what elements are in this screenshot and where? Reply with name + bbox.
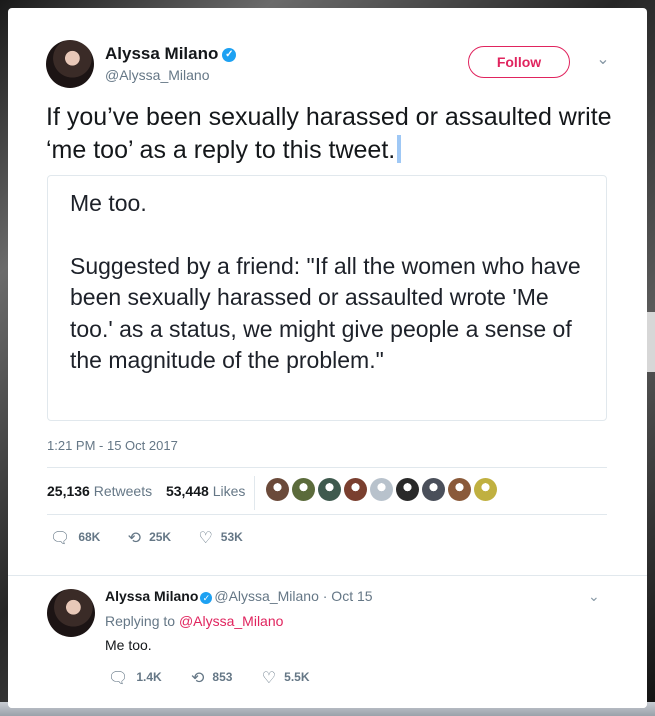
heart-icon: ♡ (261, 670, 277, 687)
quote-line-1: Me too. (70, 190, 147, 216)
tweet-text: If you’ve been sexually harassed or assa… (46, 103, 612, 164)
tweet-card: Alyssa Milano ✓ @Alyssa_Milano Follow ⌄ I… (8, 8, 647, 708)
retweets-stat[interactable]: 25,136 Retweets (47, 483, 152, 499)
engagement-stats: 25,136 Retweets 53,448 Likes (47, 483, 255, 499)
liker-avatar[interactable] (474, 478, 497, 501)
quote-line-2: Suggested by a friend: "If all the women… (70, 252, 581, 374)
retweets-label: Retweets (93, 483, 153, 499)
liker-avatar[interactable] (422, 478, 445, 501)
reply-text: Me too. (105, 637, 152, 653)
tweet-actions: 🗨︎ 68K ⟲ 25K ♡ 53K (50, 528, 267, 548)
reply-button[interactable]: 🗨︎ 1.4K (108, 668, 162, 688)
replying-to: Replying to @Alyssa_Milano (105, 613, 283, 629)
reply-author-name[interactable]: Alyssa Milano (105, 588, 198, 604)
reply-date[interactable]: · Oct 15 (323, 588, 373, 604)
reply-count: 68K (78, 530, 101, 544)
tweet-body: If you’ve been sexually harassed or assa… (46, 101, 616, 167)
reply-retweet-count: 853 (212, 670, 233, 684)
stats-separator (254, 476, 255, 510)
reply-author-handle[interactable]: @Alyssa_Milano (214, 588, 318, 604)
retweet-icon: ⟲ (127, 530, 142, 547)
retweet-button[interactable]: ⟲ 25K (128, 528, 171, 548)
reply-icon: 🗨︎ (50, 530, 71, 547)
reply-actions: 🗨︎ 1.4K ⟲ 853 ♡ 5.5K (108, 668, 336, 688)
divider (47, 467, 607, 468)
reply-button[interactable]: 🗨︎ 68K (50, 528, 100, 548)
retweet-count: 25K (149, 530, 172, 544)
liker-avatar[interactable] (266, 478, 289, 501)
retweet-button[interactable]: ⟲ 853 (191, 668, 232, 688)
tweet-header: Alyssa Milano ✓ @Alyssa_Milano Follow ⌄ (46, 40, 610, 92)
liker-avatars (266, 478, 500, 504)
default-avatar[interactable] (370, 478, 393, 501)
text-cursor (397, 135, 402, 163)
follow-button[interactable]: Follow (468, 46, 570, 78)
liker-avatar[interactable] (344, 478, 367, 501)
chevron-down-icon[interactable]: ⌄ (588, 588, 600, 605)
reply-like-count: 5.5K (284, 670, 310, 684)
author-avatar[interactable] (46, 40, 94, 88)
reply-header: Alyssa Milano ✓ @Alyssa_Milano · Oct 15 (105, 588, 373, 604)
replying-prefix: Replying to (105, 613, 176, 629)
liker-avatar[interactable] (396, 478, 419, 501)
verified-badge-icon: ✓ (222, 48, 237, 62)
quoted-image-text[interactable]: Me too. Suggested by a friend: "If all t… (47, 175, 607, 421)
likes-stat[interactable]: 53,448 Likes (166, 483, 245, 499)
author-handle[interactable]: @Alyssa_Milano (105, 67, 209, 83)
heart-icon: ♡ (198, 530, 213, 547)
likes-count: 53,448 (165, 483, 209, 499)
author-name-row[interactable]: Alyssa Milano ✓ (105, 44, 237, 64)
verified-badge-icon: ✓ (200, 592, 213, 604)
chevron-down-icon[interactable]: ⌄ (591, 48, 615, 72)
like-count: 53K (220, 530, 243, 544)
retweet-icon: ⟲ (191, 670, 205, 687)
liker-avatar[interactable] (448, 478, 471, 501)
liker-avatar[interactable] (292, 478, 315, 501)
reply-reply-count: 1.4K (136, 670, 162, 684)
liker-avatar[interactable] (318, 478, 341, 501)
reply-author-avatar[interactable] (47, 589, 95, 637)
divider (47, 514, 607, 515)
author-name[interactable]: Alyssa Milano (105, 44, 218, 63)
like-button[interactable]: ♡ 53K (198, 528, 242, 548)
tweet-timestamp[interactable]: 1:21 PM - 15 Oct 2017 (47, 438, 178, 453)
likes-label: Likes (212, 483, 246, 499)
replying-handle-link[interactable]: @Alyssa_Milano (179, 613, 283, 629)
reply-icon: 🗨︎ (108, 670, 129, 687)
like-button[interactable]: ♡ 5.5K (262, 668, 310, 688)
retweets-count: 25,136 (47, 483, 90, 499)
